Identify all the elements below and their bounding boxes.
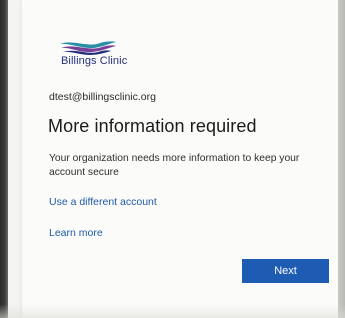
right-edge [338, 0, 345, 318]
sign-in-card: Billings Clinic dtest@billingsclinic.org… [22, 0, 338, 318]
learn-more-link[interactable]: Learn more [49, 227, 103, 239]
description-text: Your organization needs more information… [49, 153, 300, 178]
next-button[interactable]: Next [242, 259, 329, 283]
screen: Billings Clinic dtest@billingsclinic.org… [0, 0, 345, 318]
swoosh-icon [60, 41, 116, 55]
left-edge-shadow [0, 0, 8, 318]
page-title: More information required [48, 116, 257, 136]
billings-clinic-logo: Billings Clinic [58, 40, 138, 80]
logo-text: Billings Clinic [61, 55, 128, 67]
account-email: dtest@billingsclinic.org [49, 91, 156, 103]
use-different-account-link[interactable]: Use a different account [49, 196, 157, 208]
